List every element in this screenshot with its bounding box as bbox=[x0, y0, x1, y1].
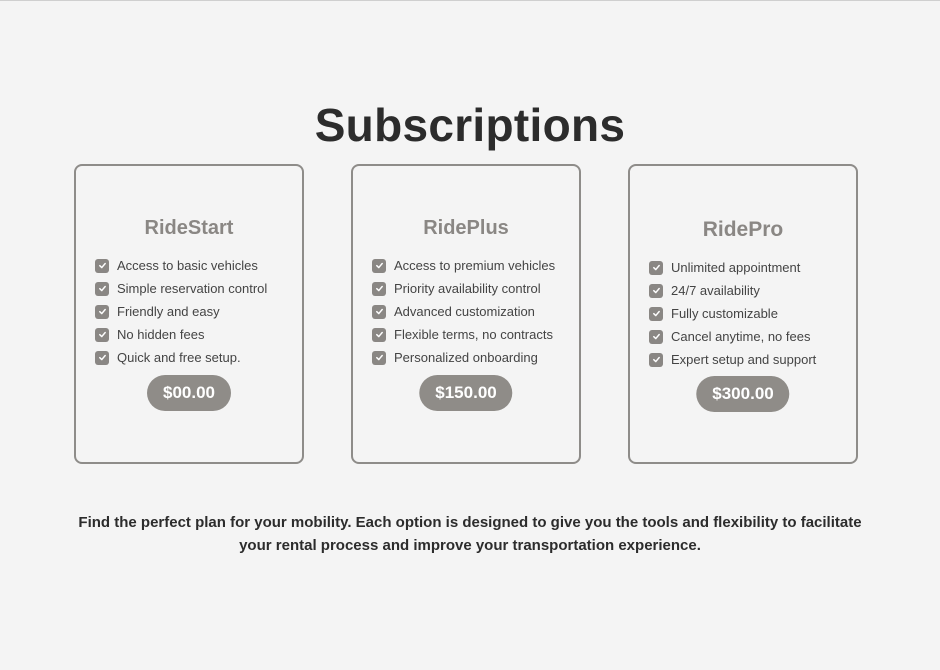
price-button-rideplus[interactable]: $150.00 bbox=[419, 375, 513, 411]
feature-item: Advanced customization bbox=[372, 300, 555, 323]
checkbox-checked-icon bbox=[649, 260, 663, 275]
feature-list: Access to premium vehicles Priority avai… bbox=[372, 254, 555, 369]
plan-name: RidePlus bbox=[423, 217, 509, 239]
checkbox-checked-icon bbox=[95, 327, 109, 342]
price-button-ridestart[interactable]: $00.00 bbox=[147, 375, 231, 411]
checkbox-checked-icon bbox=[372, 281, 386, 296]
feature-label: No hidden fees bbox=[117, 327, 205, 342]
feature-label: Advanced customization bbox=[394, 304, 535, 319]
feature-label: Simple reservation control bbox=[117, 281, 268, 296]
feature-label: 24/7 availability bbox=[671, 283, 760, 298]
plan-name: RideStart bbox=[144, 217, 234, 239]
checkbox-checked-icon bbox=[95, 350, 109, 365]
feature-item: 24/7 availability bbox=[649, 279, 816, 302]
feature-label: Expert setup and support bbox=[671, 352, 817, 367]
checkbox-checked-icon bbox=[95, 281, 109, 296]
feature-label: Priority availability control bbox=[394, 281, 541, 296]
plan-card-ridepro: RidePro Unlimited appointment 24/7 avail… bbox=[628, 164, 858, 464]
feature-label: Personalized onboarding bbox=[394, 350, 538, 365]
plan-card-rideplus: RidePlus Access to premium vehicles Prio… bbox=[351, 164, 581, 464]
feature-item: Expert setup and support bbox=[649, 348, 816, 371]
checkbox-checked-icon bbox=[372, 327, 386, 342]
feature-label: Friendly and easy bbox=[117, 304, 220, 319]
feature-item: Quick and free setup. bbox=[95, 346, 267, 369]
plan-card-ridestart: RideStart Access to basic vehicles Simpl… bbox=[74, 164, 304, 464]
feature-label: Cancel anytime, no fees bbox=[671, 329, 811, 344]
feature-item: No hidden fees bbox=[95, 323, 267, 346]
feature-item: Access to basic vehicles bbox=[95, 254, 267, 277]
feature-item: Personalized onboarding bbox=[372, 346, 555, 369]
checkbox-checked-icon bbox=[372, 350, 386, 365]
feature-label: Fully customizable bbox=[671, 306, 778, 321]
feature-item: Friendly and easy bbox=[95, 300, 267, 323]
checkbox-checked-icon bbox=[649, 329, 663, 344]
feature-item: Cancel anytime, no fees bbox=[649, 325, 816, 348]
plan-name: RidePro bbox=[702, 218, 784, 241]
page-description: Find the perfect plan for your mobility.… bbox=[78, 514, 862, 554]
feature-label: Unlimited appointment bbox=[671, 260, 801, 275]
checkbox-checked-icon bbox=[95, 258, 109, 273]
feature-label: Flexible terms, no contracts bbox=[394, 327, 553, 342]
feature-item: Flexible terms, no contracts bbox=[372, 323, 555, 346]
checkbox-checked-icon bbox=[372, 304, 386, 319]
feature-label: Access to basic vehicles bbox=[117, 258, 258, 273]
checkbox-checked-icon bbox=[649, 352, 663, 367]
feature-list: Access to basic vehicles Simple reservat… bbox=[95, 254, 267, 369]
feature-item: Simple reservation control bbox=[95, 277, 267, 300]
checkbox-checked-icon bbox=[649, 283, 663, 298]
price-button-ridepro[interactable]: $300.00 bbox=[696, 376, 790, 412]
feature-item: Fully customizable bbox=[649, 302, 816, 325]
feature-label: Quick and free setup. bbox=[117, 350, 241, 365]
feature-list: Unlimited appointment 24/7 availability … bbox=[649, 256, 816, 371]
checkbox-checked-icon bbox=[372, 258, 386, 273]
feature-item: Priority availability control bbox=[372, 277, 555, 300]
feature-item: Unlimited appointment bbox=[649, 256, 816, 279]
feature-item: Access to premium vehicles bbox=[372, 254, 555, 277]
plans-container: RideStart Access to basic vehicles Simpl… bbox=[74, 164, 858, 464]
checkbox-checked-icon bbox=[649, 306, 663, 321]
checkbox-checked-icon bbox=[95, 304, 109, 319]
page-title: Subscriptions bbox=[314, 99, 626, 151]
feature-label: Access to premium vehicles bbox=[394, 258, 556, 273]
